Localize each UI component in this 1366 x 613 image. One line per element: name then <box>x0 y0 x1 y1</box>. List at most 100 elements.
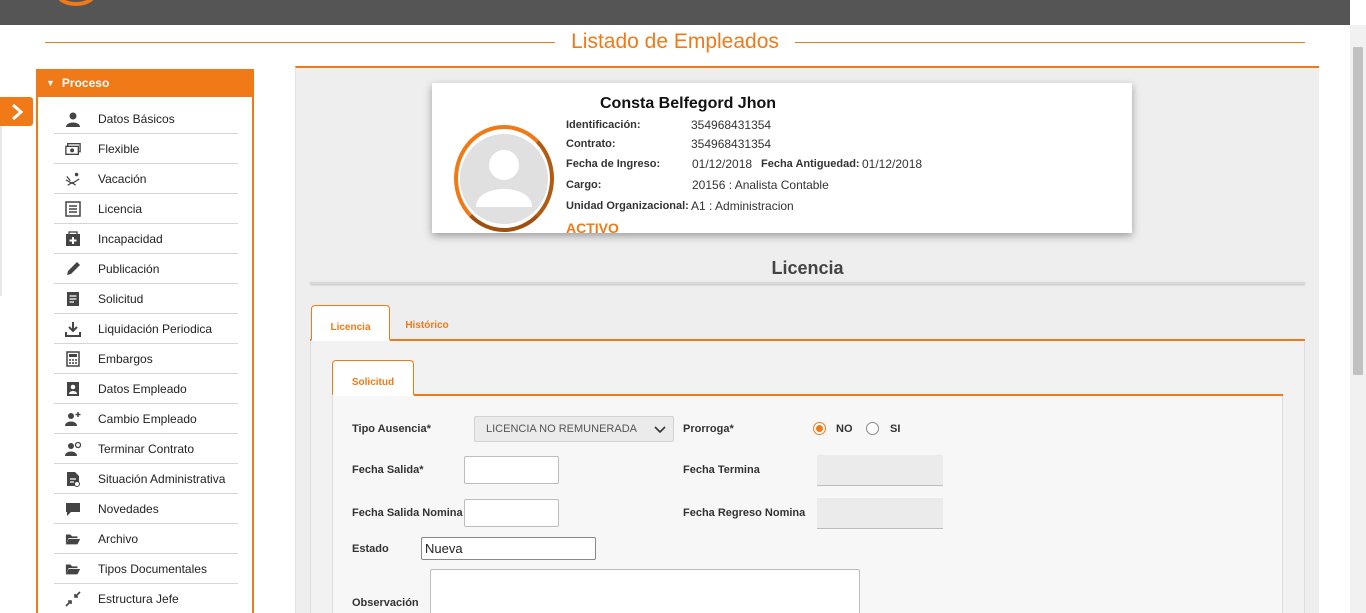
sidebar-item-situacion-administrativa[interactable]: Situación Administrativa <box>54 464 238 494</box>
sidebar-item-label: Datos Empleado <box>98 381 187 396</box>
avatar-placeholder-icon <box>460 133 548 224</box>
sidebar-item-datos-empleado[interactable]: Datos Empleado <box>54 374 238 404</box>
contrato-label: Contrato: <box>566 138 616 150</box>
sidebar-item-label: Novedades <box>98 501 159 516</box>
sidebar-item-label: Vacación <box>98 171 147 186</box>
sidebar-item-label: Archivo <box>98 531 139 546</box>
fecha-salida-nomina-label: Fecha Salida Nomina <box>352 507 463 519</box>
fecha-regreso-nomina-label: Fecha Regreso Nomina <box>683 507 806 519</box>
employee-name: Consta Belfegord Jhon <box>600 95 777 112</box>
fecha-antiguedad-value: 01/12/2018 <box>862 157 923 171</box>
fecha-termina-field <box>817 455 943 486</box>
id-card-icon <box>62 381 84 397</box>
user-change-icon <box>62 411 84 427</box>
prorroga-si-radio[interactable] <box>866 422 879 435</box>
subtab-underline <box>332 394 1283 396</box>
estado-input[interactable]: Nueva <box>421 537 596 560</box>
user-icon <box>62 111 84 127</box>
fecha-antiguedad-label: Fecha Antiguedad: <box>761 158 860 170</box>
sidebar-item-label: Incapacidad <box>98 231 163 246</box>
download-icon <box>62 321 84 337</box>
comment-icon <box>62 501 84 517</box>
prorroga-label: Prorroga* <box>683 423 734 435</box>
sidebar-item-label: Cambio Empleado <box>98 411 197 426</box>
prorroga-si-label: SI <box>890 423 901 435</box>
logo <box>56 0 96 6</box>
sidebar-item-tipos-documentales[interactable]: Tipos Documentales <box>54 554 238 584</box>
sidebar-item-label: Licencia <box>98 201 143 216</box>
tipo-ausencia-select[interactable]: LICENCIA NO REMUNERADA <box>474 416 674 442</box>
chevron-down-icon <box>654 426 666 434</box>
prorroga-no-radio[interactable] <box>813 422 826 435</box>
folder-docs-icon <box>62 561 84 577</box>
employee-profile-card: Consta Belfegord Jhon Identificación: 35… <box>432 83 1132 233</box>
fecha-regreso-nomina-field <box>817 498 943 529</box>
fecha-salida-nomina-input[interactable] <box>464 499 559 527</box>
unidad-organizacional-label: Unidad Organizacional: <box>566 200 689 212</box>
subtab-solicitud[interactable]: Solicitud <box>332 360 414 396</box>
sidebar-toggle-button[interactable] <box>0 97 33 126</box>
chevron-right-icon <box>11 103 23 120</box>
sidebar-item-label: Liquidación Periodica <box>98 321 213 336</box>
observacion-label: Observación <box>352 597 419 609</box>
fecha-ingreso-label: Fecha de Ingreso: <box>566 158 661 170</box>
prorroga-no-label: NO <box>836 423 853 435</box>
money-icon <box>62 141 84 157</box>
sidebar-item-datos-basicos[interactable]: Datos Básicos <box>54 104 238 134</box>
identificacion-label: Identificación: <box>566 119 641 131</box>
sidebar: ▼ Proceso Datos Básicos Flexible Vacació… <box>36 69 254 613</box>
tabs-underline <box>310 339 1305 341</box>
sidebar-header-label: Proceso <box>61 76 110 90</box>
sidebar-item-liquidacion-periodica[interactable]: Liquidación Periodica <box>54 314 238 344</box>
beach-chair-icon <box>62 171 84 187</box>
sidebar-item-label: Publicación <box>98 261 160 276</box>
folder-open-icon <box>62 531 84 547</box>
estado-label: Estado <box>352 543 389 555</box>
doc-admin-icon <box>62 471 84 487</box>
title-divider-left <box>45 42 555 43</box>
sidebar-item-cambio-empleado[interactable]: Cambio Empleado <box>54 404 238 434</box>
sidebar-item-label: Solicitud <box>98 291 144 306</box>
tipo-ausencia-label: Tipo Ausencia* <box>352 423 431 435</box>
sidebar-item-archivo[interactable]: Archivo <box>54 524 238 554</box>
compress-icon <box>62 590 84 607</box>
sidebar-item-estructura-jefe[interactable]: Estructura Jefe <box>54 584 238 613</box>
sidebar-item-label: Flexible <box>98 141 140 156</box>
sidebar-item-incapacidad[interactable]: Incapacidad <box>54 224 238 254</box>
collapsed-panel-edge <box>0 126 2 296</box>
sidebar-item-embargos[interactable]: Embargos <box>54 344 238 374</box>
sidebar-item-flexible[interactable]: Flexible <box>54 134 238 164</box>
top-bar <box>0 0 1350 25</box>
sidebar-item-licencia[interactable]: Licencia <box>54 194 238 224</box>
title-divider-right <box>795 42 1305 43</box>
sidebar-item-label: Estructura Jefe <box>98 591 179 606</box>
list-doc-icon <box>62 200 84 217</box>
page-title: Listado de Empleados <box>571 30 779 53</box>
sidebar-item-terminar-contrato[interactable]: Terminar Contrato <box>54 434 238 464</box>
sidebar-item-label: Datos Básicos <box>98 111 175 126</box>
sidebar-item-label: Embargos <box>98 351 153 366</box>
sidebar-item-label: Tipos Documentales <box>98 561 207 576</box>
cargo-value: 20156 : Analista Contable <box>692 178 829 192</box>
user-end-icon <box>62 441 84 457</box>
identificacion-value: 354968431354 <box>691 118 772 132</box>
sidebar-item-novedades[interactable]: Novedades <box>54 494 238 524</box>
sidebar-item-solicitud[interactable]: Solicitud <box>54 284 238 314</box>
scrollbar[interactable] <box>1350 25 1366 613</box>
medical-icon <box>62 230 84 247</box>
sidebar-header[interactable]: ▼ Proceso <box>38 69 252 97</box>
sidebar-item-label: Situación Administrativa <box>98 471 226 486</box>
caret-down-icon: ▼ <box>46 78 55 88</box>
section-divider <box>310 282 1305 284</box>
observacion-textarea[interactable] <box>430 569 860 613</box>
sidebar-item-publicacion[interactable]: Publicación <box>54 254 238 284</box>
fecha-salida-input[interactable] <box>464 456 559 484</box>
scrollbar-thumb[interactable] <box>1353 47 1363 375</box>
status-badge: ACTIVO <box>566 220 619 233</box>
tipo-ausencia-value: LICENCIA NO REMUNERADA <box>486 423 637 435</box>
sidebar-item-label: Terminar Contrato <box>98 441 195 456</box>
tab-historico[interactable]: Histórico <box>396 312 458 338</box>
cargo-label: Cargo: <box>566 179 602 191</box>
sidebar-item-vacacion[interactable]: Vacación <box>54 164 238 194</box>
tab-licencia[interactable]: Licencia <box>311 305 390 341</box>
